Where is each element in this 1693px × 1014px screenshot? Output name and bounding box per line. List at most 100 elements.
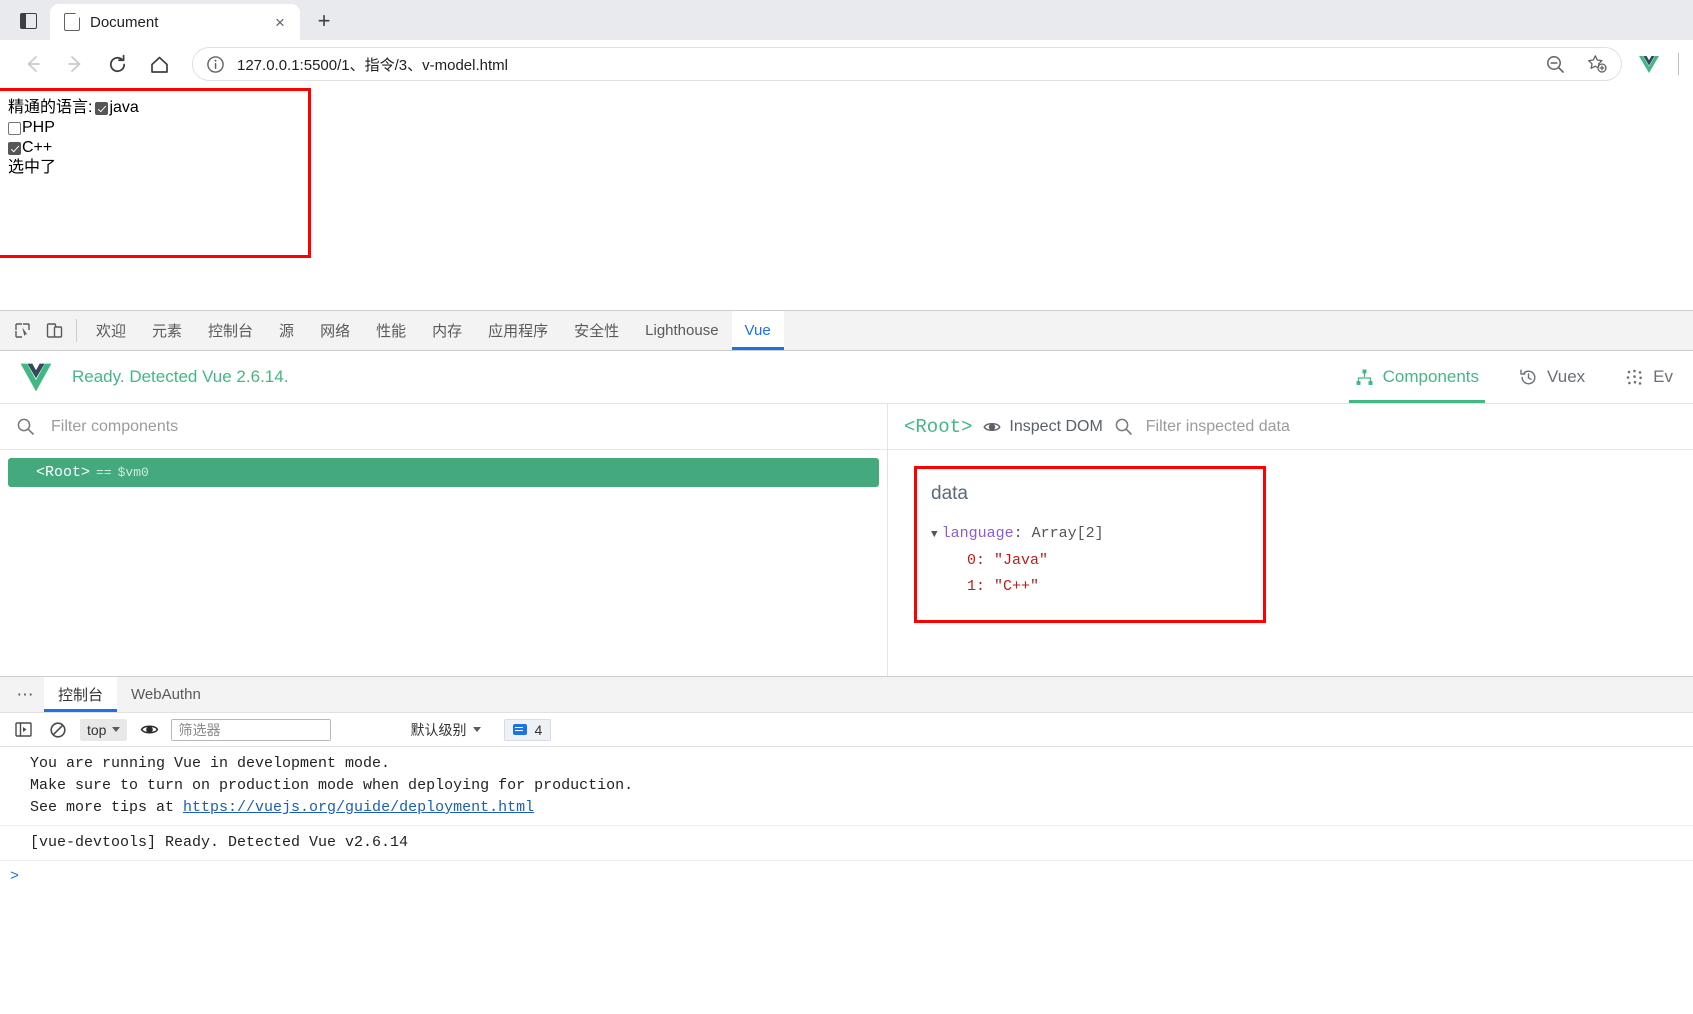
vue-devtools-extension-icon[interactable] <box>1632 47 1666 81</box>
inspected-data-filter-input[interactable] <box>1143 416 1677 437</box>
tree-node-root[interactable]: <Root> == $vm0 <box>8 458 879 487</box>
info-circle-icon[interactable] <box>206 55 225 74</box>
close-icon[interactable]: × <box>268 10 292 34</box>
home-button[interactable] <box>140 45 178 83</box>
device-toolbar-icon[interactable] <box>38 311 70 350</box>
data-highlight-box: data ▼ language: Array[2] 0: "Java" 1: "C… <box>914 466 1266 623</box>
component-filter-input[interactable] <box>49 416 871 437</box>
inspect-dom-button[interactable]: Inspect DOM <box>983 417 1103 436</box>
component-filter-bar <box>0 404 887 450</box>
reload-icon <box>109 54 125 72</box>
chevron-down-icon <box>112 727 121 732</box>
document-icon <box>64 12 81 31</box>
console-line-4: [vue-devtools] Ready. Detected Vue v2.6.… <box>30 834 409 851</box>
browser-tab-document[interactable]: Document × <box>50 4 300 40</box>
console-message-count: 4 <box>534 721 543 738</box>
console-line-3: See more tips at <box>30 799 184 816</box>
array-index-0: 0: <box>967 552 986 569</box>
devtools-tab-network[interactable]: 网络 <box>307 311 363 350</box>
data-key-type: Array[2] <box>1031 525 1104 542</box>
console-output: You are running Vue in development mode.… <box>0 747 1693 1014</box>
eye-target-icon <box>983 422 1002 431</box>
vue-body: <Root> == $vm0 <Root> Inspect DOM <box>0 404 1693 676</box>
forward-button[interactable] <box>56 45 94 83</box>
data-key-name: language <box>941 525 1014 542</box>
data-key-row-language[interactable]: ▼ language: Array[2] <box>931 521 1247 548</box>
inspected-data-area: data ▼ language: Array[2] 0: "Java" 1: "C… <box>888 450 1693 676</box>
devtools-tab-sources[interactable]: 源 <box>266 311 307 350</box>
tree-node-vm: $vm0 <box>117 465 149 480</box>
live-expression-eye-icon[interactable] <box>136 718 162 742</box>
inspect-dom-label: Inspect DOM <box>1009 417 1103 435</box>
tab-search-button[interactable] <box>6 4 50 38</box>
console-toolbar: top 默认级别 4 <box>0 713 1693 747</box>
drawer-more-button[interactable]: ⋯ <box>8 677 44 712</box>
address-bar-url: 127.0.0.1:5500/1、指令/3、v-model.html <box>237 56 508 74</box>
console-message-count-badge[interactable]: 4 <box>504 718 552 741</box>
drawer-tab-console[interactable]: 控制台 <box>44 677 118 712</box>
checkbox-php[interactable] <box>8 121 21 135</box>
vue-tab-events[interactable]: Ev <box>1605 351 1693 403</box>
clear-console-icon[interactable] <box>45 718 71 742</box>
drawer-tab-webauthn[interactable]: WebAuthn <box>117 677 215 712</box>
back-button[interactable] <box>14 45 52 83</box>
inspector-pane: <Root> Inspect DOM Filter inspected data… <box>888 404 1693 676</box>
array-value-1: "C++" <box>994 578 1040 595</box>
console-prompt-row[interactable]: > <box>0 861 1693 885</box>
checkbox-cpp[interactable] <box>8 141 21 155</box>
inspect-element-icon[interactable] <box>6 311 38 350</box>
drawer-tabbar: ⋯ 控制台 WebAuthn <box>0 677 1693 713</box>
devtools-tab-lighthouse[interactable]: Lighthouse <box>632 311 731 350</box>
devtools-tab-performance[interactable]: 性能 <box>363 311 419 350</box>
page-viewport: 精通的语言: java PHP C++ 选中了 <box>0 88 1693 310</box>
data-array-item-0: 0: "Java" <box>931 548 1247 574</box>
devtools-tab-security[interactable]: 安全性 <box>561 311 632 350</box>
devtools-tab-memory[interactable]: 内存 <box>419 311 475 350</box>
console-level-label: 默认级别 <box>410 721 467 738</box>
vue-tab-vuex[interactable]: Vuex <box>1499 351 1605 403</box>
new-tab-button[interactable]: + <box>308 5 340 37</box>
page-highlight-box <box>0 88 311 258</box>
console-message-devtools-ready: [vue-devtools] Ready. Detected Vue v2.6.… <box>0 826 1693 861</box>
devtools-tab-vue[interactable]: Vue <box>731 311 784 350</box>
devtools-tab-application[interactable]: 应用程序 <box>475 311 561 350</box>
console-drawer: ⋯ 控制台 WebAuthn top 筛选器 默认级别 4 You are ru… <box>0 676 1693 1014</box>
vue-devtools: Ready. Detected Vue 2.6.14. Components V… <box>0 351 1693 676</box>
vue-logo-icon <box>20 363 52 391</box>
tree-node-name: <Root> <box>36 464 91 481</box>
zoom-out-icon[interactable] <box>1540 49 1570 79</box>
search-icon <box>17 418 34 435</box>
expand-caret-icon[interactable]: ▼ <box>931 529 938 541</box>
console-filter-input[interactable] <box>171 718 332 741</box>
back-arrow-icon <box>27 56 40 72</box>
tree-node-eq: == <box>96 465 112 480</box>
inspected-component-name: <Root> <box>904 415 973 438</box>
console-context-select[interactable]: top <box>80 718 128 741</box>
component-tree-pane: <Root> == $vm0 <box>0 404 888 676</box>
data-key-sep: : <box>1013 525 1023 542</box>
browser-tabstrip: Document × + <box>0 0 1693 40</box>
devtools-tab-console[interactable]: 控制台 <box>195 311 266 350</box>
prompt-caret-icon: > <box>10 868 20 885</box>
console-message-vue-dev-mode: You are running Vue in development mode.… <box>0 747 1693 826</box>
bookmark-star-add-icon[interactable] <box>1582 49 1612 79</box>
forward-arrow-icon <box>68 56 81 72</box>
checkbox-java[interactable] <box>95 101 109 115</box>
toolbar-divider <box>1678 53 1679 75</box>
vuex-history-icon <box>1520 369 1536 384</box>
console-sidebar-icon[interactable] <box>10 718 36 742</box>
console-line-3-wrapper: See more tips at https://vuejs.org/guide… <box>30 797 1693 819</box>
address-bar[interactable]: 127.0.0.1:5500/1、指令/3、v-model.html <box>192 47 1622 81</box>
devtools-tab-elements[interactable]: 元素 <box>139 311 195 350</box>
reload-button[interactable] <box>98 45 136 83</box>
deployment-guide-link[interactable]: https://vuejs.org/guide/deployment.html <box>183 799 534 816</box>
devtools-panel: 欢迎 元素 控制台 源 网络 性能 内存 应用程序 安全性 Lighthouse… <box>0 310 1693 1014</box>
vue-tab-components-label: Components <box>1382 367 1480 386</box>
devtools-tabbar: 欢迎 元素 控制台 源 网络 性能 内存 应用程序 安全性 Lighthouse… <box>0 311 1693 351</box>
vue-tab-components[interactable]: Components <box>1335 351 1499 403</box>
chevron-down-icon <box>473 727 482 732</box>
devtools-tab-welcome[interactable]: 欢迎 <box>83 311 139 350</box>
search-icon <box>1115 418 1132 435</box>
console-level-select[interactable]: 默认级别 <box>410 720 482 740</box>
tabbar-divider <box>76 319 77 342</box>
